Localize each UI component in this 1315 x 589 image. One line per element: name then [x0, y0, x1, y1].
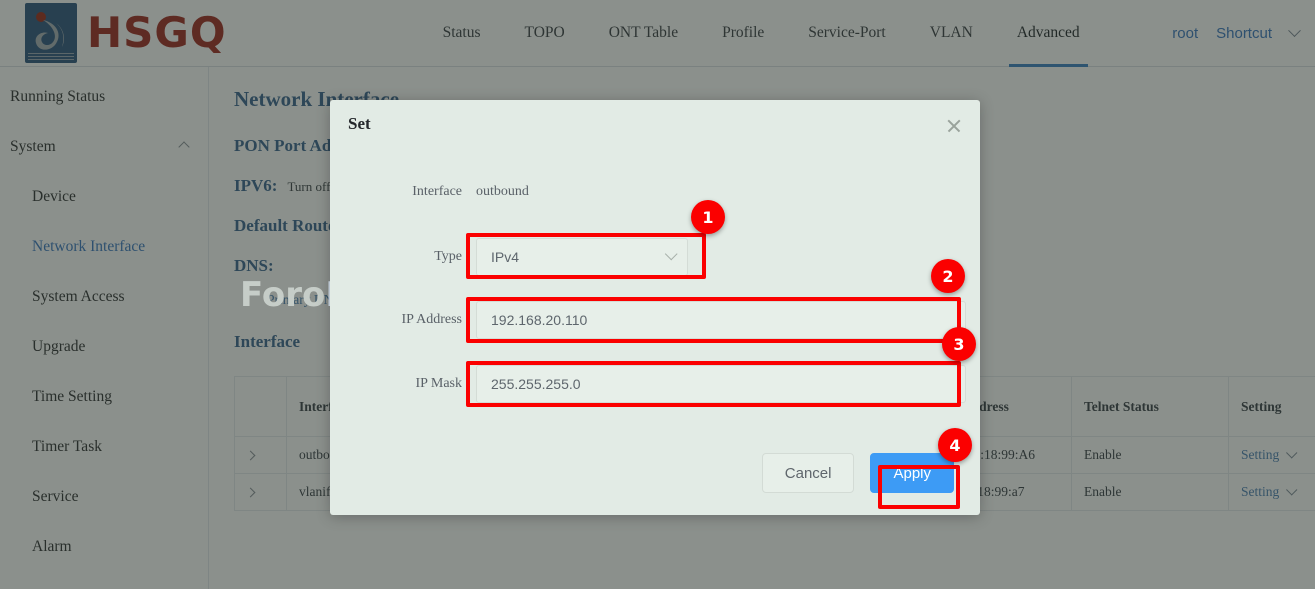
set-dialog: Set Interface outbound Type IPv4 IP Addr… — [330, 100, 980, 515]
interface-row: Interface outbound — [330, 184, 860, 200]
ip-mask-row: IP Mask 255.255.255.0 — [330, 365, 966, 403]
cancel-button[interactable]: Cancel — [762, 453, 855, 493]
ip-mask-input[interactable]: 255.255.255.0 — [476, 365, 966, 403]
ip-address-value: 192.168.20.110 — [491, 312, 587, 328]
dialog-footer: Cancel Apply — [762, 453, 954, 493]
app-root: HSGQ Status TOPO ONT Table Profile Servi… — [0, 0, 1315, 589]
ip-mask-label: IP Mask — [330, 376, 462, 392]
close-icon[interactable] — [942, 114, 966, 138]
ip-mask-value: 255.255.255.0 — [491, 376, 581, 392]
chevron-down-icon[interactable] — [665, 247, 678, 260]
type-label: Type — [330, 249, 462, 265]
interface-label: Interface — [330, 184, 462, 200]
dialog-title: Set — [348, 114, 371, 134]
type-row: Type IPv4 — [330, 238, 688, 276]
type-select-value: IPv4 — [491, 249, 519, 265]
ip-address-input[interactable]: 192.168.20.110 — [476, 301, 966, 339]
interface-value: outbound — [476, 184, 529, 200]
apply-button[interactable]: Apply — [870, 453, 954, 493]
ip-address-row: IP Address 192.168.20.110 — [330, 301, 966, 339]
type-select[interactable]: IPv4 — [476, 238, 688, 276]
ip-address-label: IP Address — [330, 312, 462, 328]
